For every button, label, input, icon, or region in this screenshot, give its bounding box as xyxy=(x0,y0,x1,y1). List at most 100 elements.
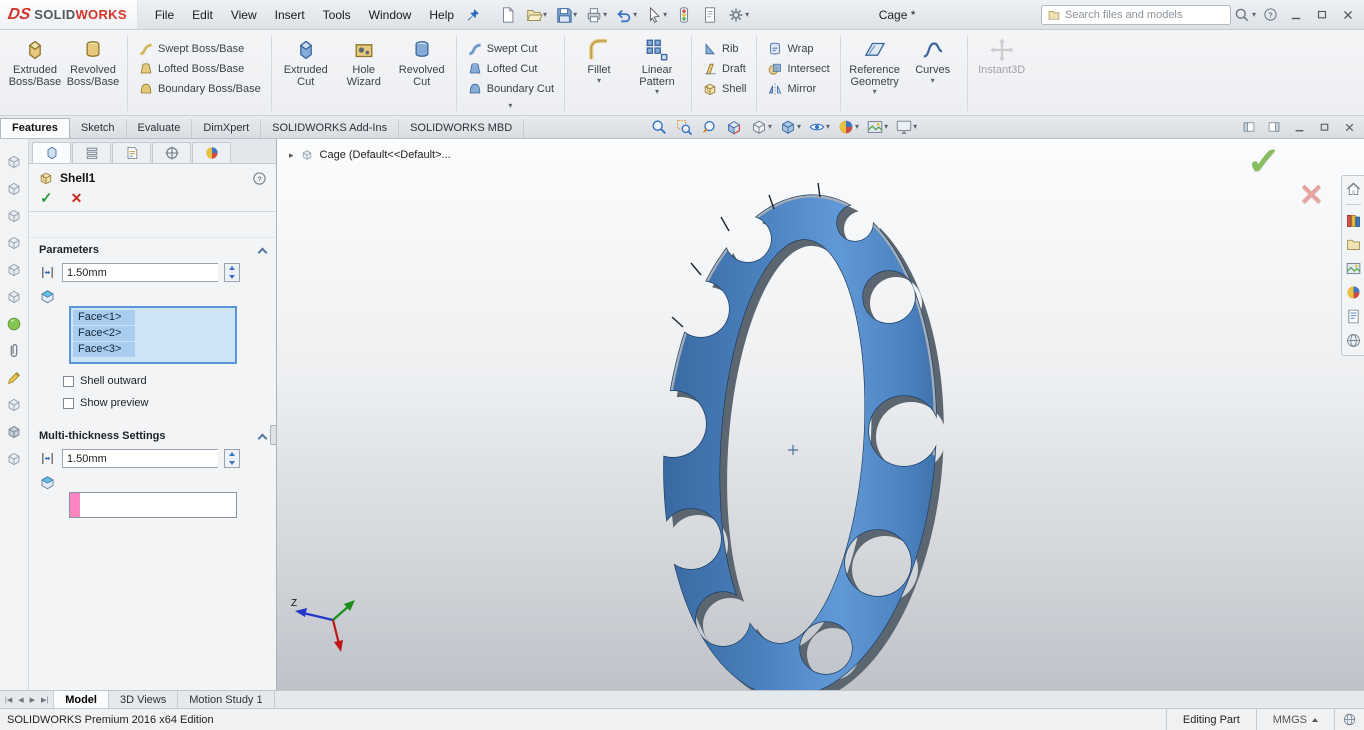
graphics-viewport[interactable]: ▸ Cage (Default<<Default>... ✓ ✕ Z xyxy=(277,139,1364,690)
tab-sketch[interactable]: Sketch xyxy=(70,119,127,138)
dropdown-caret[interactable]: ▾ xyxy=(603,10,607,19)
tab-features[interactable]: Features xyxy=(0,118,70,138)
spinner-up-icon[interactable] xyxy=(225,450,239,459)
new-document-button[interactable] xyxy=(496,4,520,26)
save-button[interactable]: ▾ xyxy=(552,4,580,26)
tags-button[interactable] xyxy=(1334,709,1364,730)
dropdown-caret[interactable]: ▾ xyxy=(597,76,601,85)
ribbon-button-boundary-boss-base[interactable]: Boundary Boss/Base xyxy=(133,79,266,98)
confirm-cancel-button[interactable]: ✕ xyxy=(1299,181,1324,211)
zoom-to-area-button[interactable] xyxy=(673,117,695,137)
left-toolbar-button-1[interactable] xyxy=(5,153,23,171)
task-pane-file-explorer-button[interactable] xyxy=(1345,236,1362,253)
left-toolbar-button-6[interactable] xyxy=(5,288,23,306)
left-toolbar-button-5[interactable] xyxy=(5,261,23,279)
print-button[interactable]: ▾ xyxy=(582,4,610,26)
spinner-up-icon[interactable] xyxy=(225,264,239,273)
close-button[interactable] xyxy=(1336,4,1360,26)
dropdown-caret[interactable]: ▾ xyxy=(573,10,577,19)
maximize-button[interactable] xyxy=(1310,4,1334,26)
ribbon-button-intersect[interactable]: Intersect xyxy=(762,59,834,78)
collapse-left-pane-button[interactable] xyxy=(1240,118,1258,136)
left-toolbar-button-7[interactable] xyxy=(5,315,23,333)
task-pane-design-library-button[interactable] xyxy=(1345,212,1362,229)
ribbon-button-lofted-boss-base[interactable]: Lofted Boss/Base xyxy=(133,59,266,78)
open-button[interactable]: ▾ xyxy=(522,4,550,26)
menu-edit[interactable]: Edit xyxy=(183,0,222,29)
ribbon-button-extruded-cut[interactable]: Extruded Cut xyxy=(277,33,335,89)
collapse-chevron-icon[interactable] xyxy=(257,433,268,443)
pm-tab-dimxpert[interactable] xyxy=(152,142,191,163)
search-dropdown-caret[interactable]: ▾ xyxy=(1252,10,1256,19)
ribbon-button-revolved-cut[interactable]: Revolved Cut xyxy=(393,33,451,89)
left-toolbar-button-9[interactable] xyxy=(5,369,23,387)
dropdown-caret[interactable]: ▾ xyxy=(462,99,559,110)
dropdown-caret[interactable]: ▾ xyxy=(797,123,801,131)
spinner-down-icon[interactable] xyxy=(225,459,239,468)
dropdown-caret[interactable]: ▾ xyxy=(913,123,917,131)
spinner-down-icon[interactable] xyxy=(225,273,239,282)
menu-file[interactable]: File xyxy=(146,0,183,29)
multi-thickness-faces-listbox[interactable] xyxy=(69,492,237,518)
scroll-left-icon[interactable]: ◀ xyxy=(16,696,25,704)
dropdown-caret[interactable]: ▾ xyxy=(543,10,547,19)
ribbon-button-shell[interactable]: Shell xyxy=(697,79,751,98)
pm-tab-property[interactable] xyxy=(72,142,111,163)
pin-menu-icon[interactable] xyxy=(465,7,481,23)
ribbon-button-revolved-boss-base[interactable]: Revolved Boss/Base xyxy=(64,33,122,89)
hide-show-items-button[interactable]: ▾ xyxy=(806,117,832,137)
task-pane-globe-button[interactable] xyxy=(1345,332,1362,349)
left-toolbar-button-11[interactable] xyxy=(5,423,23,441)
breadcrumb[interactable]: ▸ Cage (Default<<Default>... xyxy=(289,148,451,162)
expand-right-pane-button[interactable] xyxy=(1265,118,1283,136)
dropdown-caret[interactable]: ▾ xyxy=(745,10,749,19)
shell-outward-checkbox[interactable] xyxy=(63,375,74,387)
select-button[interactable]: ▾ xyxy=(642,4,670,26)
search-input[interactable] xyxy=(1064,8,1225,21)
dropdown-caret[interactable]: ▾ xyxy=(884,123,888,131)
minimize-document-button[interactable] xyxy=(1290,118,1308,136)
display-style-button[interactable]: ▾ xyxy=(777,117,803,137)
shell-thickness-input[interactable] xyxy=(62,263,218,282)
options-button[interactable]: ▾ xyxy=(724,4,752,26)
edit-appearance-button[interactable]: ▾ xyxy=(835,117,861,137)
rebuild-button[interactable] xyxy=(672,4,696,26)
scroll-right-icon[interactable]: ▶ xyxy=(28,696,37,704)
pm-tab-feature[interactable] xyxy=(32,142,71,163)
ribbon-button-lofted-cut[interactable]: Lofted Cut xyxy=(462,59,559,78)
tab-evaluate[interactable]: Evaluate xyxy=(127,119,193,138)
show-preview-option[interactable]: Show preview xyxy=(63,397,266,409)
confirm-ok-button[interactable]: ✓ xyxy=(1247,143,1282,181)
ribbon-button-draft[interactable]: Draft xyxy=(697,59,751,78)
tab-solidworks-add-ins[interactable]: SOLIDWORKS Add-Ins xyxy=(261,119,400,138)
face-list-item[interactable]: Face<2> xyxy=(73,326,135,341)
close-document-button[interactable] xyxy=(1340,118,1358,136)
ribbon-button-instant3d[interactable]: Instant3D xyxy=(973,33,1031,78)
collapse-chevron-icon[interactable] xyxy=(257,247,268,257)
scroll-first-icon[interactable]: |◀ xyxy=(3,696,14,704)
search-icon[interactable] xyxy=(1234,7,1250,23)
show-preview-checkbox[interactable] xyxy=(63,397,74,409)
menu-window[interactable]: Window xyxy=(360,0,421,29)
shell-outward-option[interactable]: Shell outward xyxy=(63,375,266,387)
previous-view-button[interactable] xyxy=(698,117,720,137)
task-pane-custom-properties-button[interactable] xyxy=(1345,308,1362,325)
file-properties-button[interactable] xyxy=(698,4,722,26)
multi-thickness-input[interactable] xyxy=(62,449,218,468)
zoom-to-fit-button[interactable] xyxy=(648,117,670,137)
pm-tab-display[interactable] xyxy=(192,142,231,163)
left-toolbar-button-4[interactable] xyxy=(5,234,23,252)
scroll-last-icon[interactable]: ▶| xyxy=(39,696,50,704)
view-settings-button[interactable]: ▾ xyxy=(893,117,919,137)
dropdown-caret[interactable]: ▾ xyxy=(655,88,659,96)
doc-tab-motion-study-1[interactable]: Motion Study 1 xyxy=(178,691,275,708)
ribbon-button-linear-pattern[interactable]: Linear Pattern ▾ xyxy=(628,33,686,97)
apply-scene-button[interactable]: ▾ xyxy=(864,117,890,137)
section-view-button[interactable] xyxy=(723,117,745,137)
pm-tab-configuration[interactable] xyxy=(112,142,151,163)
ribbon-button-curves[interactable]: Curves ▾ xyxy=(904,33,962,86)
dropdown-caret[interactable]: ▾ xyxy=(663,10,667,19)
ribbon-button-mirror[interactable]: Mirror xyxy=(762,79,834,98)
task-pane-home-button[interactable] xyxy=(1345,180,1362,197)
left-toolbar-button-12[interactable] xyxy=(5,450,23,468)
